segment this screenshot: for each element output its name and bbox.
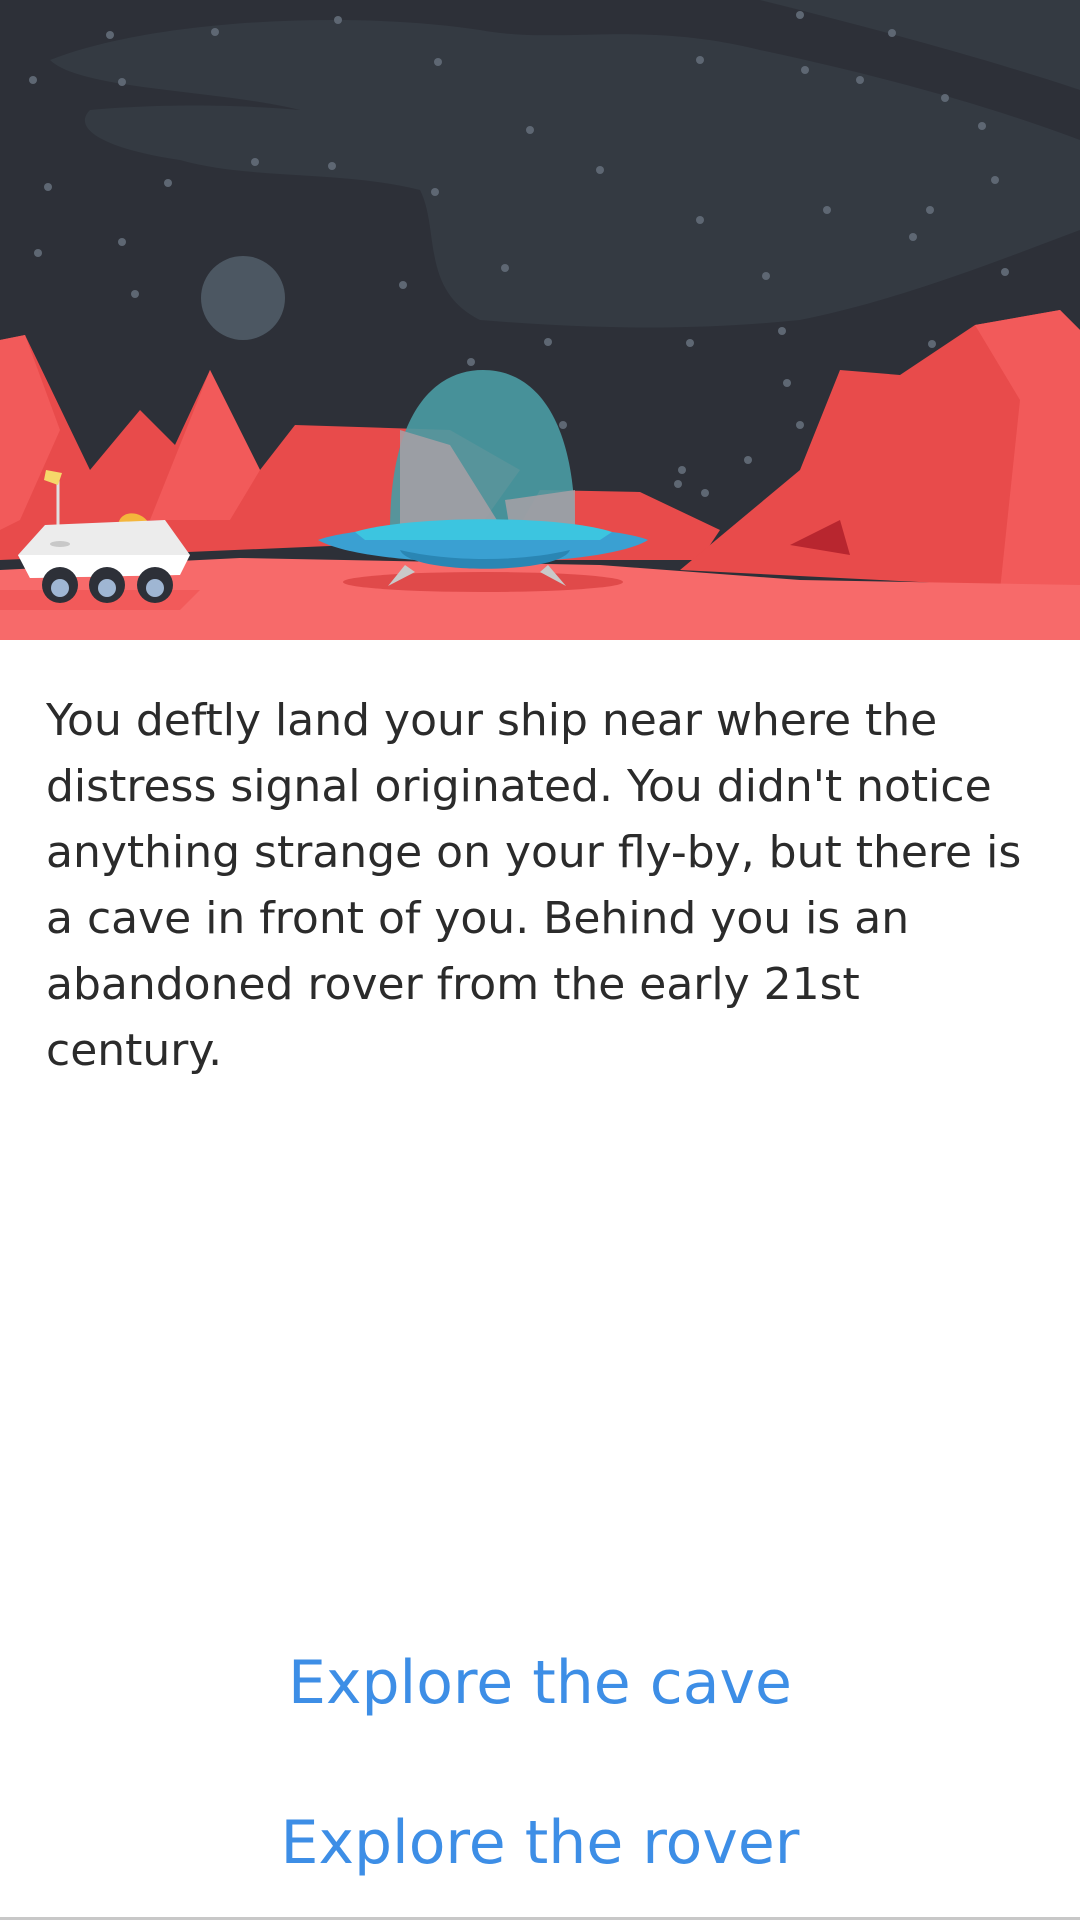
ship-shadow [343,572,623,592]
mars-landing-illustration [0,0,1080,640]
explore-cave-choice[interactable]: Explore the cave [0,1643,1080,1723]
moon [201,256,285,340]
explore-rover-choice[interactable]: Explore the rover [0,1803,1080,1883]
story-text: You deftly land your ship near where the… [46,695,1022,1076]
